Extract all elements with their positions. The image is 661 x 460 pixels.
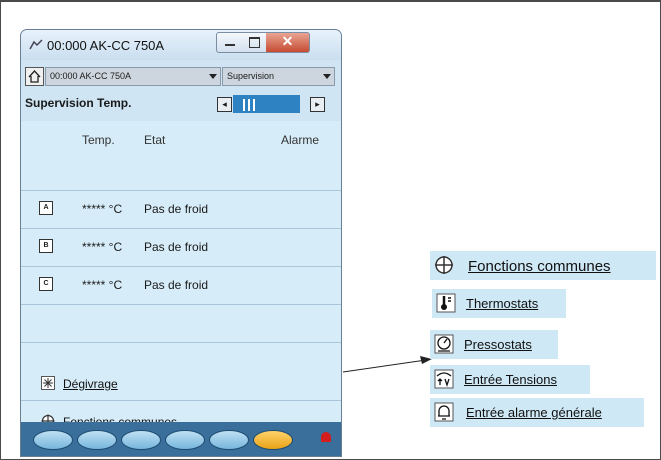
zone-icon: A bbox=[39, 201, 53, 215]
zone-state: Pas de froid bbox=[144, 202, 209, 216]
page-slider[interactable] bbox=[233, 95, 300, 113]
zone-temperature: ***** °C bbox=[82, 278, 123, 292]
row-divider bbox=[21, 342, 341, 343]
voltage-input-icon bbox=[434, 369, 454, 389]
row-divider bbox=[21, 400, 341, 401]
crosshair-icon bbox=[435, 256, 453, 274]
menu-item-thermostats[interactable]: Thermostats bbox=[432, 289, 566, 318]
keypad-icon[interactable] bbox=[77, 430, 117, 450]
menu-item-common-functions[interactable]: Fonctions communes bbox=[430, 251, 656, 280]
alarm-indicator-icon bbox=[321, 432, 331, 442]
chevron-down-icon bbox=[323, 74, 331, 79]
zone-icon: C bbox=[39, 277, 53, 291]
menu-item-general-alarm-input[interactable]: Entrée alarme générale bbox=[430, 398, 644, 427]
device-select-value: 00:000 AK-CC 750A bbox=[50, 71, 132, 81]
next-page-button[interactable]: ▸ bbox=[310, 97, 325, 112]
app-window: 00:000 AK-CC 750A ✕ 00:000 AK-CC 750A Su… bbox=[20, 29, 342, 457]
page-indicator-bar bbox=[243, 99, 245, 111]
menu-item-label: Pressostats bbox=[464, 337, 532, 352]
pressure-switch-icon bbox=[434, 334, 454, 354]
close-icon: ✕ bbox=[281, 33, 294, 49]
page-indicator-bar bbox=[253, 99, 255, 111]
general-alarm-icon bbox=[434, 402, 454, 422]
window-content: 00:000 AK-CC 750A Supervision Supervisio… bbox=[21, 60, 341, 456]
defrost-link[interactable]: Dégivrage bbox=[63, 377, 118, 391]
page-indicator-bar bbox=[248, 99, 250, 111]
menu-item-label: Fonctions communes bbox=[468, 258, 611, 275]
zone-row[interactable]: C ***** °C Pas de froid bbox=[21, 266, 341, 302]
menu-item-pressure-switches[interactable]: Pressostats bbox=[430, 330, 558, 359]
menu-item-label: Thermostats bbox=[466, 296, 539, 311]
view-select-value: Supervision bbox=[227, 71, 275, 81]
zone-temperature: ***** °C bbox=[82, 240, 123, 254]
tool-icon[interactable] bbox=[253, 430, 293, 450]
app-icon bbox=[29, 39, 43, 50]
page-navigator: ◂ ▸ bbox=[212, 95, 330, 117]
menu-item-voltage-inputs[interactable]: Entrée Tensions bbox=[430, 365, 590, 394]
zone-state: Pas de froid bbox=[144, 240, 209, 254]
close-button[interactable]: ✕ bbox=[266, 32, 310, 53]
row-divider bbox=[21, 304, 341, 305]
fan-icon[interactable] bbox=[121, 430, 161, 450]
graph-icon[interactable] bbox=[165, 430, 205, 450]
zone-state: Pas de froid bbox=[144, 278, 209, 292]
menu-item-label: Entrée alarme générale bbox=[466, 405, 602, 420]
alarm-bell-icon[interactable] bbox=[209, 430, 249, 450]
display-icon[interactable] bbox=[33, 430, 73, 450]
home-icon bbox=[28, 70, 41, 83]
combo-bar: 00:000 AK-CC 750A Supervision bbox=[25, 67, 335, 86]
zone-row[interactable]: A ***** °C Pas de froid bbox=[21, 190, 341, 226]
home-button[interactable] bbox=[25, 67, 44, 86]
minimize-button[interactable] bbox=[216, 32, 244, 53]
bottom-toolbar bbox=[21, 422, 341, 456]
zone-icon: B bbox=[39, 239, 53, 253]
page-title: Supervision Temp. bbox=[25, 96, 132, 110]
maximize-button[interactable] bbox=[242, 32, 267, 53]
window-title: 00:000 AK-CC 750A bbox=[47, 38, 165, 53]
previous-page-button[interactable]: ◂ bbox=[217, 97, 232, 112]
title-bar[interactable]: 00:000 AK-CC 750A ✕ bbox=[21, 30, 341, 60]
column-header-state: Etat bbox=[144, 133, 166, 147]
column-header-alarm: Alarme bbox=[281, 133, 320, 147]
view-select[interactable]: Supervision bbox=[222, 67, 335, 86]
zone-temperature: ***** °C bbox=[82, 202, 123, 216]
menu-item-label: Entrée Tensions bbox=[464, 372, 557, 387]
device-select[interactable]: 00:000 AK-CC 750A bbox=[45, 67, 221, 86]
snowflake-icon bbox=[41, 376, 55, 390]
callout-arrow bbox=[342, 356, 432, 373]
column-header-temp: Temp. bbox=[82, 133, 115, 147]
thermostat-icon bbox=[436, 293, 456, 313]
chevron-down-icon bbox=[209, 74, 217, 79]
zone-row[interactable]: B ***** °C Pas de froid bbox=[21, 228, 341, 264]
